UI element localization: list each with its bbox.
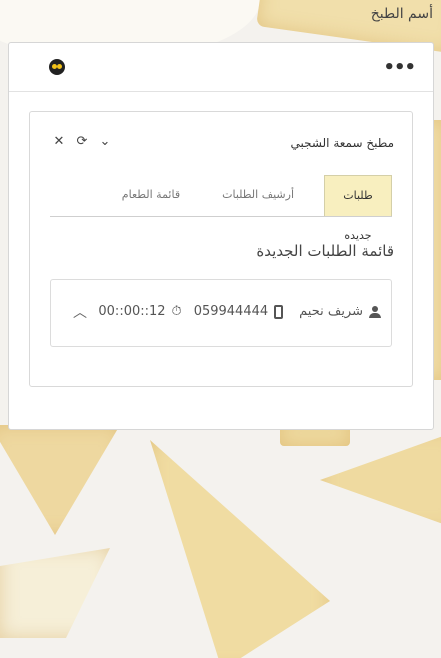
- refresh-icon[interactable]: ⟳: [75, 134, 89, 149]
- order-row: شريف نحيم 059944444 ⏱ 00::00::12: [98, 304, 381, 319]
- panel-header: •••: [9, 43, 433, 92]
- more-dots-icon[interactable]: •••: [383, 57, 416, 78]
- tab-orders-archive[interactable]: أرشيف الطلبات: [210, 175, 306, 215]
- card-actions: ✕ ⟳ ⌄: [52, 134, 112, 149]
- customer-name: شريف نحيم: [299, 304, 363, 319]
- tabs: طلبات جديده أرشيف الطلبات قائمة الطعام: [50, 175, 392, 242]
- customer-phone: 059944444: [193, 304, 269, 319]
- page-title: أسم الطبخ: [370, 6, 433, 22]
- kitchen-card: ✕ ⟳ ⌄ مطبخ سمعة الشجبي طلبات جديده أرشيف…: [29, 111, 413, 387]
- tab-food-menu[interactable]: قائمة الطعام: [110, 175, 192, 215]
- section-title: قائمة الطلبات الجديدة: [256, 242, 394, 260]
- elapsed-time: 00::00::12: [98, 304, 166, 319]
- card-header: ✕ ⟳ ⌄ مطبخ سمعة الشجبي: [30, 112, 412, 172]
- close-icon[interactable]: ✕: [52, 134, 66, 149]
- chevron-down-icon[interactable]: ⌄: [98, 134, 112, 149]
- order-item[interactable]: ︿ شريف نحيم 059944444 ⏱ 00::00::12: [50, 279, 392, 347]
- chevron-up-icon[interactable]: ︿: [73, 302, 87, 322]
- phone-icon: [274, 304, 284, 319]
- kitchen-name: مطبخ سمعة الشجبي: [290, 136, 394, 150]
- tab-new-orders[interactable]: طلبات جديده: [324, 175, 392, 242]
- eyes-logo-icon: [49, 59, 65, 75]
- timer-icon: ⏱: [171, 304, 182, 319]
- main-panel: ••• ✕ ⟳ ⌄ مطبخ سمعة الشجبي طلبات جديده أ…: [8, 42, 434, 430]
- user-icon: [369, 305, 381, 318]
